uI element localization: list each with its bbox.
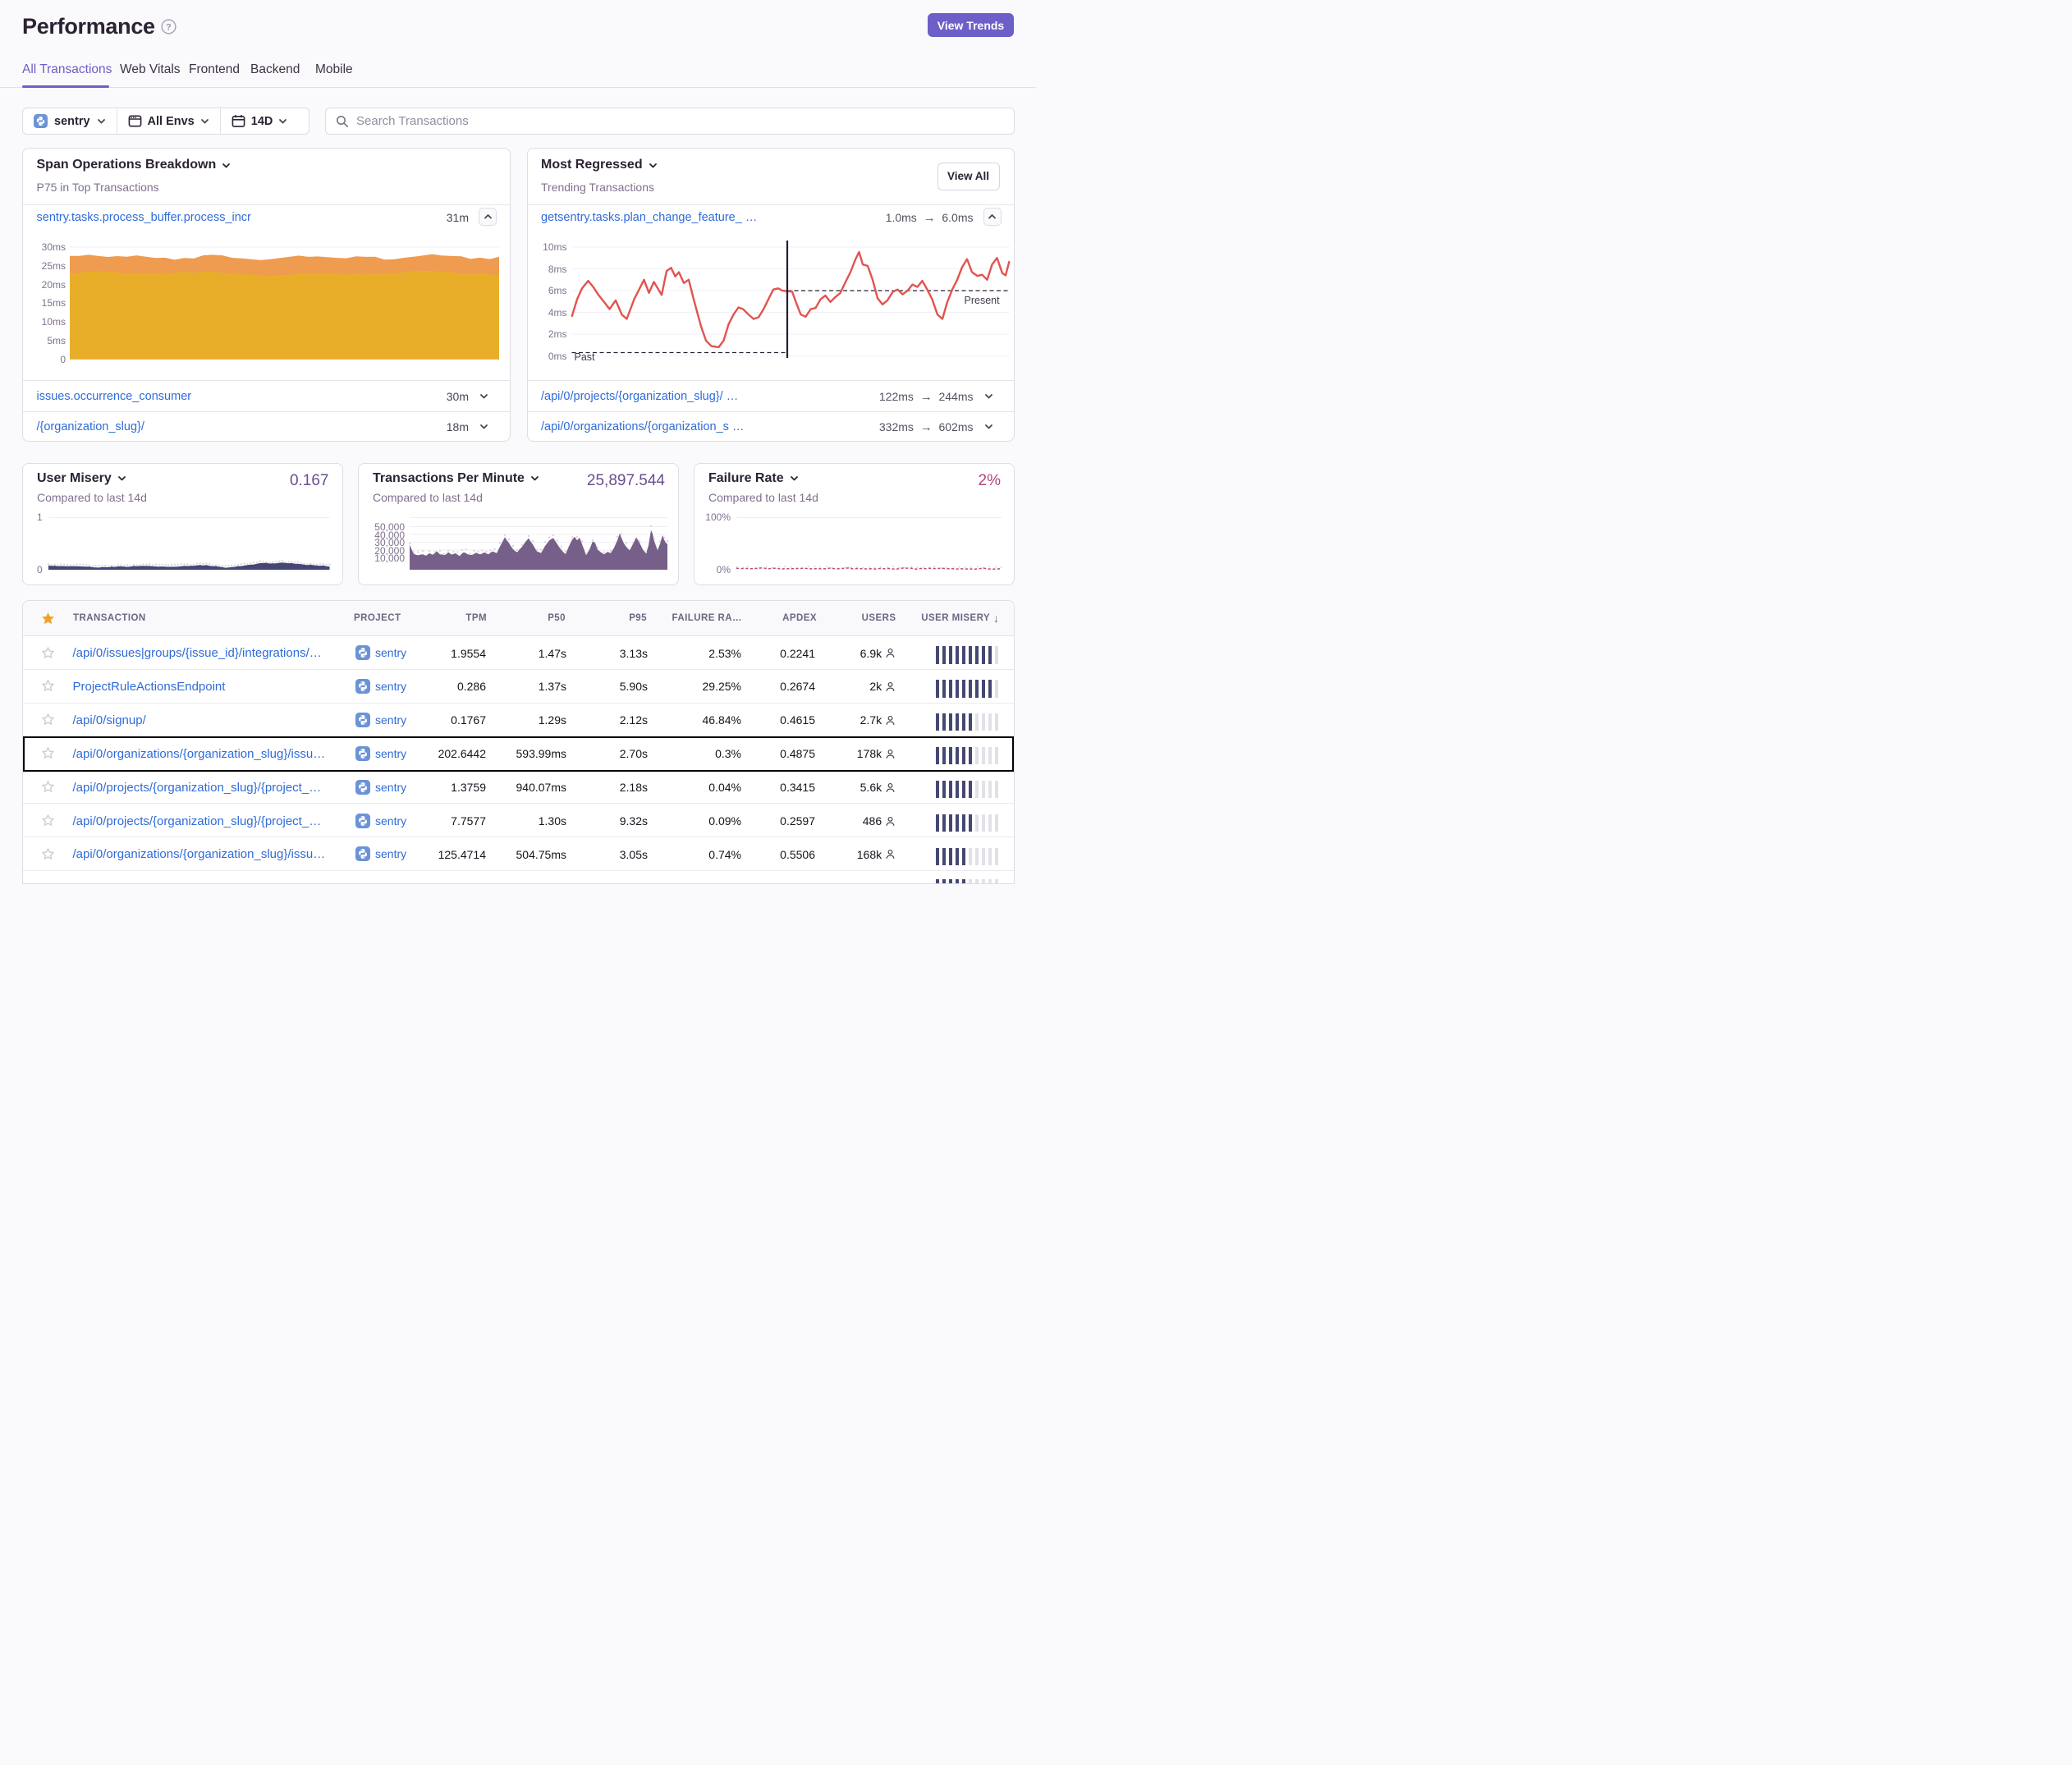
svg-text:?: ?	[166, 22, 172, 32]
